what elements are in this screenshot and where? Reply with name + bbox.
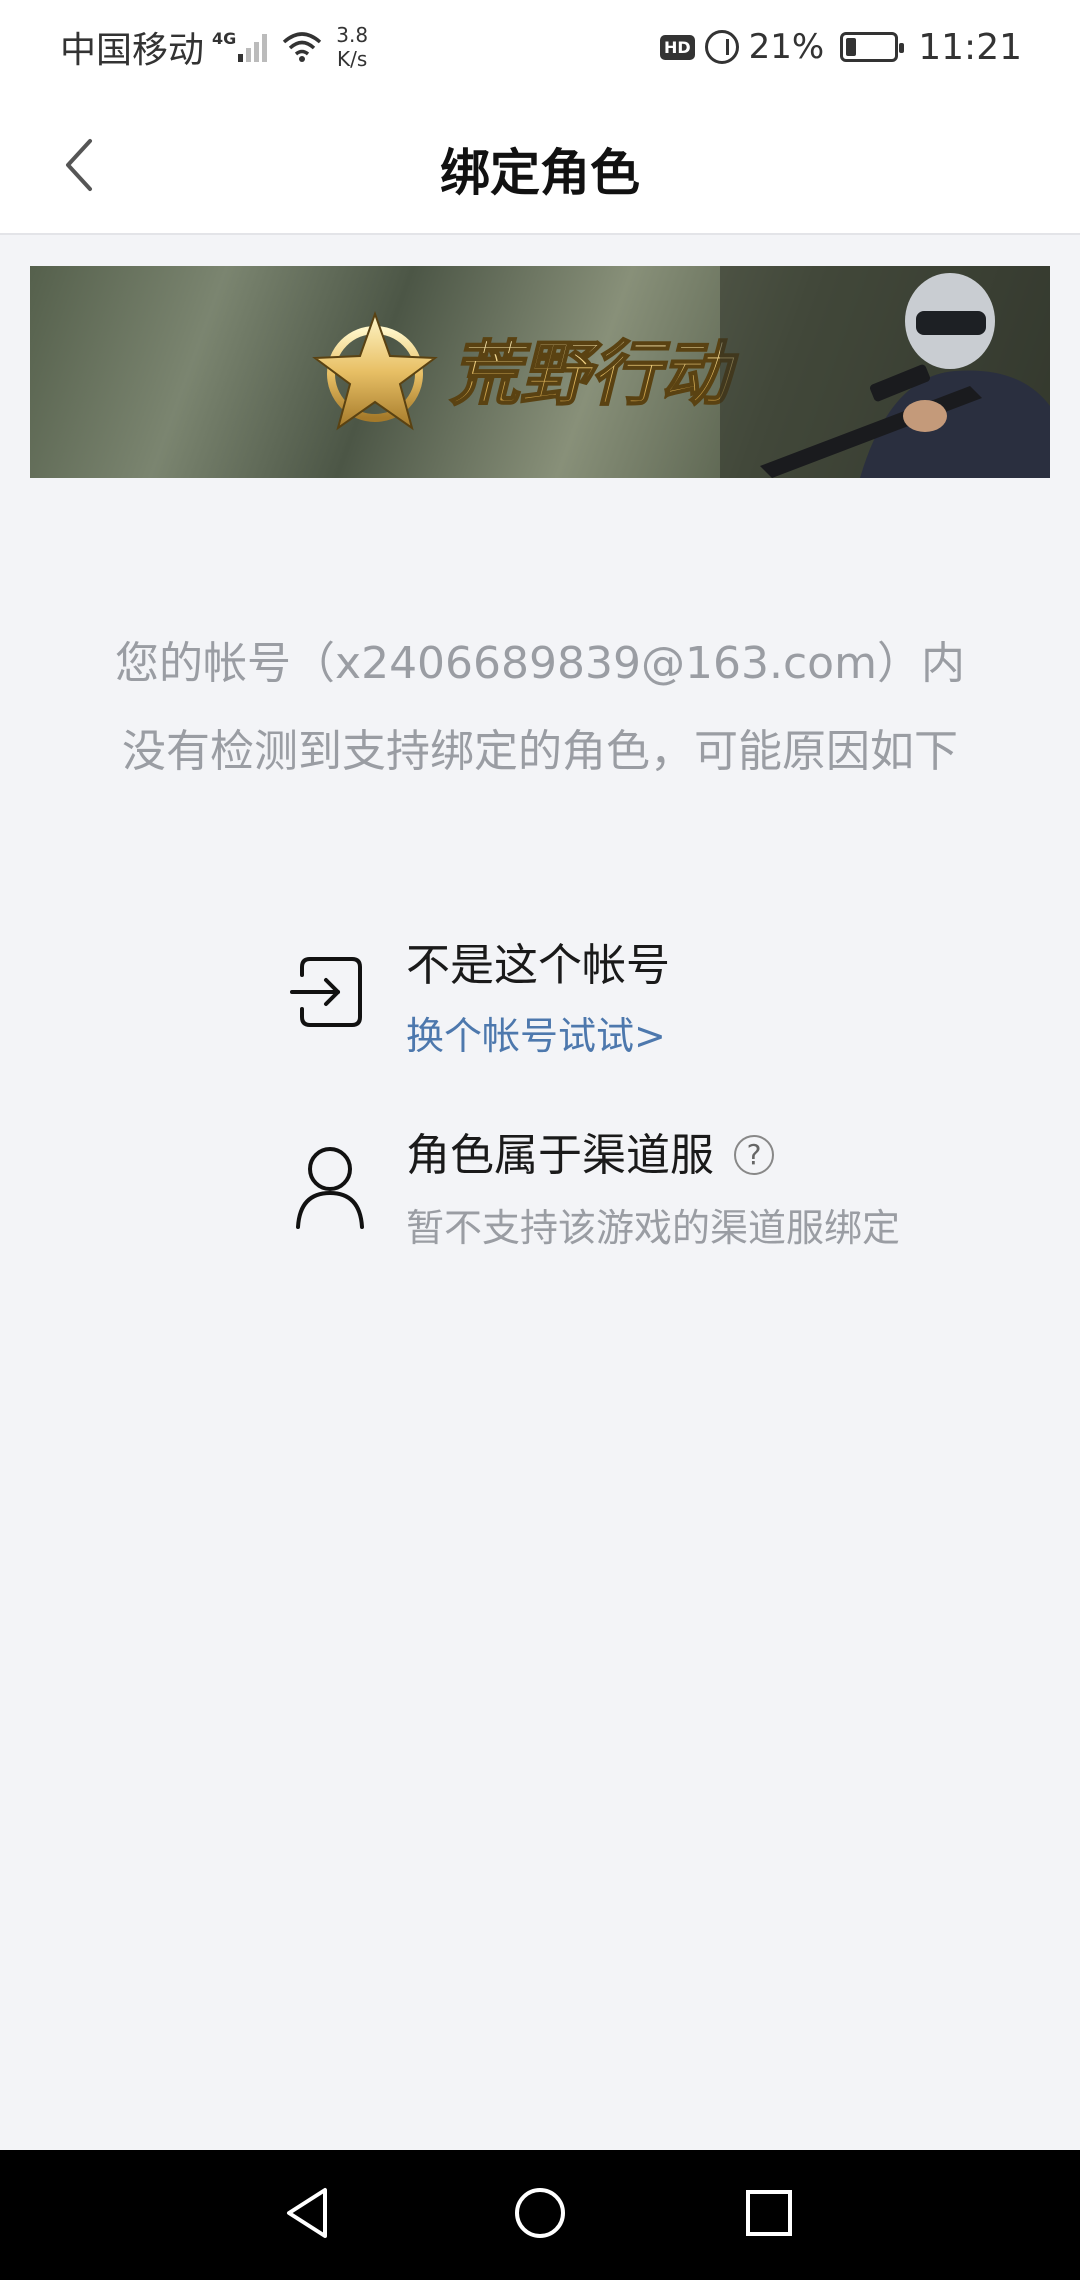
page-title: 绑定角色 <box>440 144 640 202</box>
game-logo: 荒野行动 <box>312 311 740 431</box>
circle-home-icon <box>515 2188 565 2238</box>
battery-percent: 21% <box>748 27 825 67</box>
square-recents-icon <box>746 2190 792 2236</box>
reason-channel-server: 角色属于渠道服? 暂不支持该游戏的渠道服绑定 <box>290 1115 990 1255</box>
battery-icon <box>840 32 905 62</box>
user-icon <box>296 1147 364 1229</box>
reason-title-text: 角色属于渠道服 <box>406 1130 714 1181</box>
game-banner: 荒野行动 <box>30 266 1050 478</box>
system-back-button[interactable] <box>273 2178 343 2248</box>
network-speed: 3.8 K/s <box>336 23 368 71</box>
carrier-name: 中国移动 <box>60 30 205 71</box>
power-save-icon <box>704 30 739 64</box>
reason-title: 不是这个帐号 <box>406 940 670 991</box>
message-prefix: 您的帐号（ <box>115 638 336 689</box>
system-recents-button[interactable] <box>734 2178 804 2248</box>
wifi-icon <box>283 32 322 62</box>
battery-fill <box>846 38 857 56</box>
speed-value: 3.8 <box>336 23 369 47</box>
reason-title: 角色属于渠道服? <box>406 1119 774 1183</box>
status-bar: 中国移动 4G 3.8 K/s HD 21% 11:21 <box>0 0 1080 95</box>
hd-badge: HD <box>660 34 695 60</box>
game-logo-text: 荒野行动 <box>450 335 739 413</box>
network-type: 4G <box>212 28 237 48</box>
clock: 11:21 <box>918 26 1022 68</box>
help-icon[interactable]: ? <box>734 1135 774 1175</box>
system-navigation-bar <box>0 2150 1080 2280</box>
sign-in-icon <box>290 957 362 1027</box>
triangle-back-icon <box>287 2188 327 2238</box>
status-left: 中国移动 4G 3.8 K/s <box>60 20 368 74</box>
reason-wrong-account: 不是这个帐号 换个帐号试试> <box>290 925 990 1065</box>
speed-unit: K/s <box>337 47 368 71</box>
signal-icon <box>238 32 270 62</box>
switch-account-link[interactable]: 换个帐号试试> <box>406 1005 666 1060</box>
system-home-button[interactable] <box>505 2178 575 2248</box>
status-right: HD 21% 11:21 <box>660 20 1022 74</box>
soldier-illustration <box>720 266 1050 478</box>
reason-description: 暂不支持该游戏的渠道服绑定 <box>406 1206 901 1250</box>
account-email: x2406689839@163.com <box>335 638 877 689</box>
no-role-message: 您的帐号（x2406689839@163.com）内没有检测到支持绑定的角色，可… <box>110 620 970 796</box>
navigation-bar: 绑定角色 <box>0 95 1080 235</box>
